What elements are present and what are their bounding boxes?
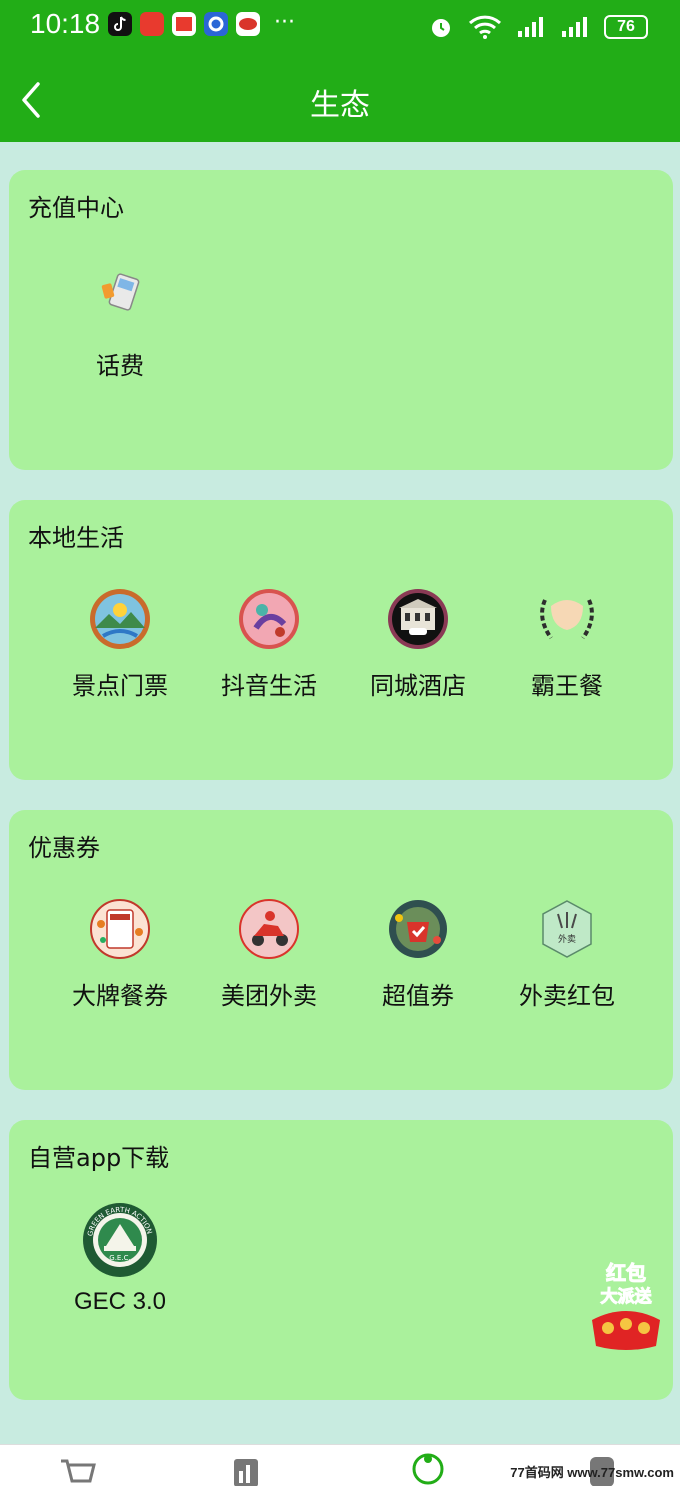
section-title: 优惠券: [28, 834, 100, 862]
item-delivery-red-packet[interactable]: 外卖 外卖红包: [492, 898, 642, 1011]
promo-line1: 红包: [606, 1261, 646, 1285]
value-coupon-icon: [387, 898, 449, 960]
waimai-icon-text: 外卖: [558, 933, 576, 945]
chart-icon: [234, 1459, 258, 1486]
notification-icons: ···: [108, 12, 295, 36]
app-notification-icon: [236, 12, 260, 36]
section-title: 充值中心: [28, 194, 124, 222]
cart-icon: [61, 1459, 96, 1483]
item-label: 话费: [96, 352, 144, 380]
gec-inner-text: G.E.C.: [109, 1254, 130, 1262]
app-header: 10:18 ··· 76 生态: [0, 0, 680, 142]
item-city-hotel[interactable]: 同城酒店: [343, 588, 493, 701]
item-label: 超值券: [382, 982, 454, 1010]
section-coupons: 优惠券 大牌餐券 美团外卖 超值券 外卖 外卖红包: [9, 810, 673, 1090]
promo-line2: 大派送: [601, 1286, 653, 1307]
item-label: GEC 3.0: [73, 1288, 167, 1315]
item-phone-recharge[interactable]: 话费: [45, 268, 195, 381]
douyin-life-icon: [238, 588, 300, 650]
watermark: 77首码网 www.77smw.com: [510, 1465, 674, 1480]
item-meituan-delivery[interactable]: 美团外卖: [194, 898, 344, 1011]
hotel-icon: [387, 588, 449, 650]
status-bar: 10:18 ··· 76: [0, 0, 680, 52]
delivery-red-packet-icon: 外卖: [536, 898, 598, 960]
browser-notification-icon: [204, 12, 228, 36]
item-label: 霸王餐: [531, 672, 603, 700]
item-free-meal[interactable]: 霸王餐: [492, 588, 642, 701]
shopping-notification-icon: [140, 12, 164, 36]
signal-1-icon: [518, 17, 543, 37]
phone-recharge-icon: [89, 268, 151, 330]
system-status: 76: [428, 14, 648, 40]
battery-indicator: 76: [604, 15, 648, 39]
tab-ecology[interactable]: [408, 1453, 448, 1486]
red-packet-promo-button[interactable]: 红包 大派送: [586, 1256, 666, 1352]
alarm-icon: [432, 19, 450, 37]
section-title: 本地生活: [28, 524, 124, 552]
item-gec-app[interactable]: GREEN EARTH ACTION G.E.C. GEC 3.0: [45, 1202, 195, 1316]
item-douyin-life[interactable]: 抖音生活: [194, 588, 344, 701]
section-title: 自营app下载: [28, 1144, 170, 1172]
item-label: 外卖红包: [519, 982, 615, 1010]
ecology-icon: [412, 1453, 444, 1485]
section-recharge-center: 充值中心 话费: [9, 170, 673, 470]
more-notifications-icon: ···: [274, 10, 295, 35]
tab-shop[interactable]: [58, 1453, 98, 1486]
tab-data[interactable]: [230, 1453, 270, 1486]
item-label: 同城酒店: [370, 672, 466, 700]
item-label: 抖音生活: [221, 672, 317, 700]
item-label: 大牌餐券: [72, 982, 168, 1010]
meituan-delivery-icon: [238, 898, 300, 960]
section-app-download: 自营app下载 GREEN EARTH ACTION G.E.C. GEC 3.…: [9, 1120, 673, 1400]
item-brand-meal-coupon[interactable]: 大牌餐券: [45, 898, 195, 1011]
signal-2-icon: [562, 17, 587, 37]
item-label: 景点门票: [72, 672, 168, 700]
news-notification-icon: [172, 12, 196, 36]
scenic-ticket-icon: [89, 588, 151, 650]
section-local-life: 本地生活 景点门票 抖音生活 同城酒店 霸王餐: [9, 500, 673, 780]
brand-meal-coupon-icon: [89, 898, 151, 960]
free-meal-icon: [536, 588, 598, 650]
status-time: 10:18: [30, 8, 101, 39]
item-label: 美团外卖: [221, 982, 317, 1010]
page-title: 生态: [310, 88, 370, 123]
gec-app-icon: GREEN EARTH ACTION G.E.C.: [82, 1202, 158, 1278]
wifi-icon: [468, 15, 502, 39]
tiktok-notification-icon: [108, 12, 132, 36]
item-scenic-tickets[interactable]: 景点门票: [45, 588, 195, 701]
item-value-coupon[interactable]: 超值券: [343, 898, 493, 1011]
